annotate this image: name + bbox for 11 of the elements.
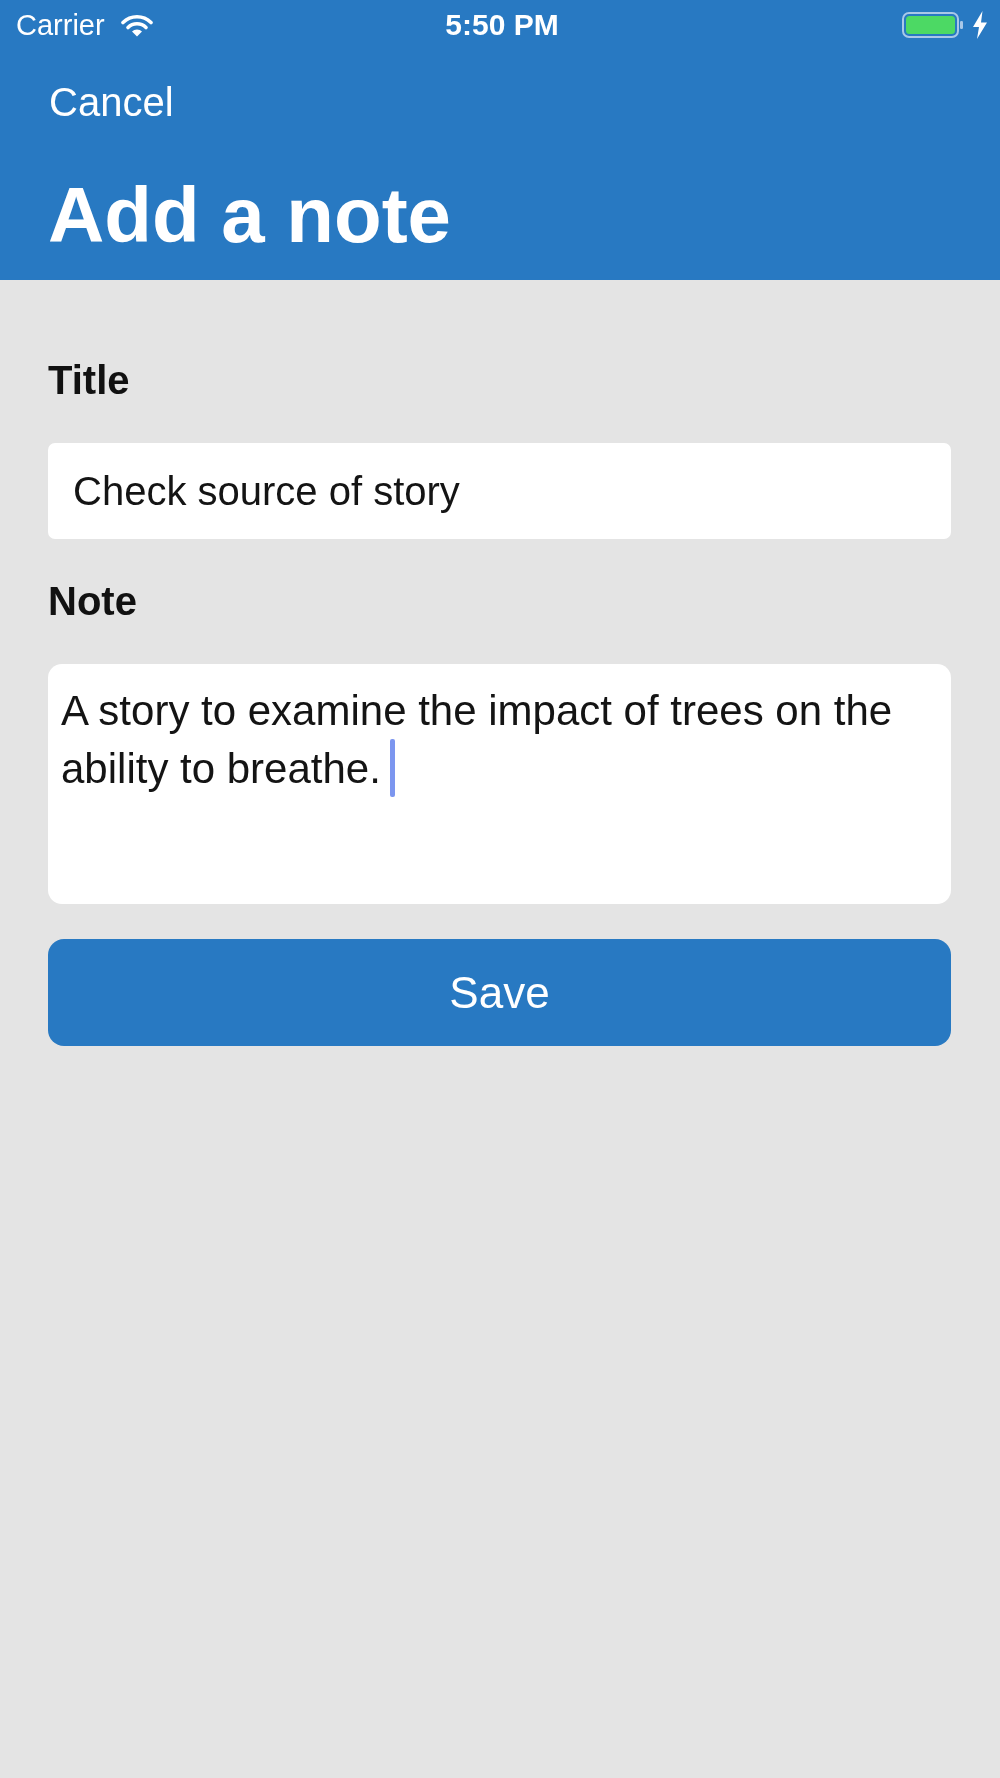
text-input[interactable]: Check source of story (48, 443, 951, 539)
page-title: Add a note (48, 170, 452, 260)
battery-icon (902, 12, 964, 38)
field-label: Title (48, 357, 131, 403)
carrier-name: Carrier (16, 8, 105, 42)
status-time: 5:50 PM (445, 8, 559, 42)
wifi-icon (120, 13, 153, 37)
field-label: Note (48, 578, 138, 624)
cancel-button[interactable]: Cancel (49, 78, 174, 126)
save-button[interactable]: Save (48, 939, 951, 1046)
text-area[interactable]: A story to examine the impact of trees on the ability to breathe. (48, 664, 951, 904)
